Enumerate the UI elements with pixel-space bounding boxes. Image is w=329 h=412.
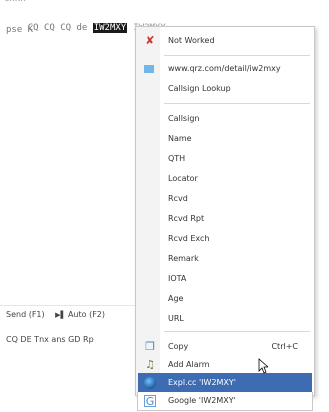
menu-item-add-alarm[interactable]: ♫ Add Alarm (138, 355, 312, 375)
selected-callsign[interactable]: IW2MXY (92, 23, 128, 33)
cut-off-text: cxxx (4, 0, 26, 4)
copy-shortcut: Ctrl+C (271, 342, 298, 351)
auto-button[interactable]: Auto (F2) (68, 310, 105, 319)
bell-icon: ♫ (145, 358, 155, 371)
globe-icon (144, 377, 156, 389)
editor-text: CQ CQ CQ de (27, 23, 93, 33)
editor-line-pse: pse K (6, 25, 34, 35)
x-icon: ✘ (145, 34, 155, 47)
menu-separator (164, 55, 310, 56)
macro-buttons[interactable]: CQ DE Tnx ans GD Rp (6, 335, 94, 344)
menu-item-field-rcvd[interactable]: Rcvd (138, 189, 312, 209)
menu-item-field-name[interactable]: Name (138, 129, 312, 149)
menu-item-field-rcvd-rpt[interactable]: Rcvd Rpt (138, 209, 312, 229)
google-icon: G (144, 395, 156, 408)
context-menu: ✘ Not Worked www.qrz.com/detail/iw2mxy C… (135, 26, 315, 396)
menu-item-copy[interactable]: ❐ Copy Ctrl+C (138, 337, 312, 357)
play-icon: ▶▌ (55, 311, 66, 319)
menu-item-field-age[interactable]: Age (138, 289, 312, 309)
send-toolbar: Send (F1) ▶▌ Auto (F2) (0, 305, 140, 325)
menu-item-field-remark[interactable]: Remark (138, 249, 312, 269)
web-icon (144, 65, 154, 73)
menu-item-field-qth[interactable]: QTH (138, 149, 312, 169)
menu-item-callsign-lookup[interactable]: Callsign Lookup (138, 79, 312, 99)
menu-item-field-rcvd-exch[interactable]: Rcvd Exch (138, 229, 312, 249)
send-button[interactable]: Send (F1) (6, 310, 45, 319)
menu-item-expl[interactable]: Expl.cc 'IW2MXY' (138, 373, 312, 393)
menu-item-google[interactable]: G Google 'IW2MXY' (137, 392, 313, 411)
mouse-pointer-icon (258, 358, 268, 374)
copy-icon: ❐ (145, 340, 155, 353)
menu-separator (164, 103, 310, 104)
menu-item-field-callsign[interactable]: Callsign (138, 109, 312, 129)
menu-item-field-locator[interactable]: Locator (138, 169, 312, 189)
menu-item-field-url[interactable]: URL (138, 309, 312, 329)
menu-item-not-worked[interactable]: ✘ Not Worked (138, 31, 312, 51)
menu-separator (164, 331, 310, 332)
menu-item-qrz-url[interactable]: www.qrz.com/detail/iw2mxy (138, 59, 312, 79)
macro-toolbar: CQ DE Tnx ans GD Rp (0, 331, 140, 351)
menu-item-field-iota[interactable]: IOTA (138, 269, 312, 289)
